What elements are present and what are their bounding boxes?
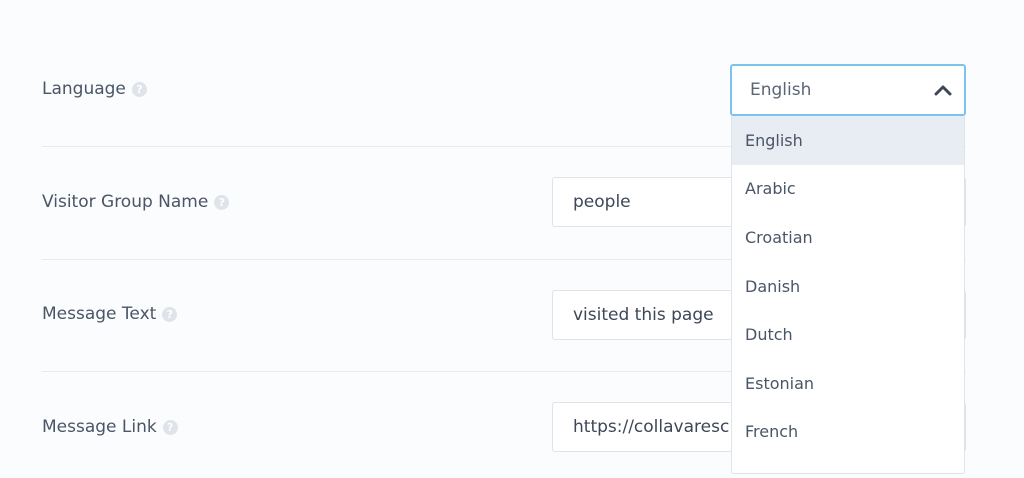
- dropdown-option-danish[interactable]: Danish: [732, 262, 964, 311]
- help-icon[interactable]: ?: [162, 306, 178, 322]
- dropdown-option-french[interactable]: French: [732, 408, 964, 457]
- message-text-label: Message Text ?: [42, 302, 178, 326]
- help-icon[interactable]: ?: [214, 194, 230, 210]
- language-dropdown-list[interactable]: English Arabic Croatian Danish Dutch Est…: [731, 116, 965, 474]
- dropdown-option-croatian[interactable]: Croatian: [732, 213, 964, 262]
- language-select-value: English: [750, 80, 812, 100]
- language-label: Language ?: [42, 77, 147, 101]
- language-select[interactable]: English: [730, 64, 966, 116]
- help-icon[interactable]: ?: [131, 81, 147, 97]
- dropdown-option-arabic[interactable]: Arabic: [732, 165, 964, 214]
- dropdown-option-estonian[interactable]: Estonian: [732, 359, 964, 408]
- dropdown-option-english[interactable]: English: [732, 116, 964, 165]
- message-link-label: Message Link ?: [42, 415, 178, 439]
- visitor-group-label: Visitor Group Name ?: [42, 190, 230, 214]
- dropdown-option-dutch[interactable]: Dutch: [732, 310, 964, 359]
- help-icon[interactable]: ?: [162, 419, 178, 435]
- chevron-up-icon[interactable]: [932, 79, 954, 101]
